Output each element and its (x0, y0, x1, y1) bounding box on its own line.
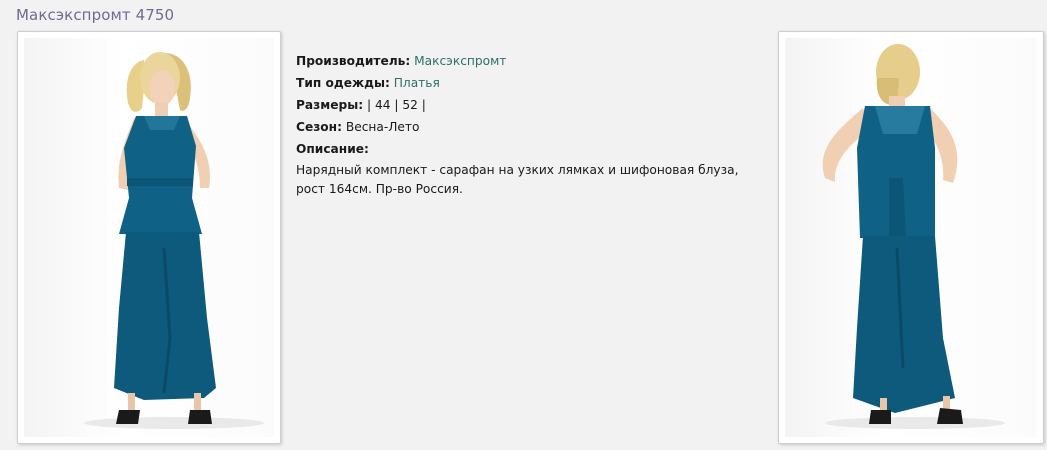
season-row: Сезон: Весна-Лето (296, 116, 766, 138)
season-value: Весна-Лето (345, 120, 420, 134)
clothing-type-row: Тип одежды: Платья (296, 72, 766, 94)
model-front-image (24, 38, 274, 437)
clothing-type-link[interactable]: Платья (394, 76, 440, 90)
sizes-separator: | (421, 98, 426, 112)
product-photo-back[interactable] (778, 31, 1044, 444)
sizes-separator: | (366, 98, 372, 112)
size-option[interactable]: 44 (375, 98, 391, 112)
manufacturer-label: Производитель: (296, 54, 411, 68)
sizes-separator: | (394, 98, 399, 112)
sizes-row: Размеры: | 44 | 52 | (296, 94, 766, 116)
manufacturer-row: Производитель: Максэкспромт (296, 50, 766, 72)
description-label: Описание: (296, 142, 369, 156)
size-option[interactable]: 52 (402, 98, 418, 112)
product-info: Производитель: Максэкспромт Тип одежды: … (296, 50, 766, 199)
clothing-type-label: Тип одежды: (296, 76, 390, 90)
product-photo-front[interactable] (17, 31, 281, 444)
sizes-label: Размеры: (296, 98, 364, 112)
model-back-image (785, 38, 1037, 437)
manufacturer-link[interactable]: Максэкспромт (414, 54, 506, 68)
description-label-row: Описание: (296, 138, 766, 160)
season-label: Сезон: (296, 120, 342, 134)
description-text: Нарядный комплект - сарафан на узких лям… (296, 163, 739, 196)
page-title: Максэкспромт 4750 (16, 6, 175, 24)
